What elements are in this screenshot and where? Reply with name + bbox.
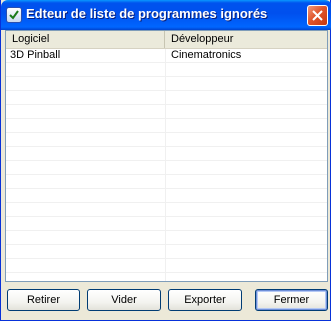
column-header-software[interactable]: Logiciel — [6, 31, 165, 48]
window-title: Edteur de liste de programmes ignorés — [26, 6, 268, 21]
list-header: Logiciel Développeur — [6, 31, 327, 49]
column-header-developer[interactable]: Développeur — [165, 31, 327, 48]
ignored-programs-list[interactable]: Logiciel Développeur 3D Pinball Cinematr… — [5, 30, 328, 282]
remove-button[interactable]: Retirer — [7, 289, 80, 311]
close-button[interactable]: Fermer — [255, 289, 328, 311]
list-rows — [6, 49, 327, 281]
cell-software: 3D Pinball — [10, 49, 61, 61]
title-bar[interactable]: Edteur de liste de programmes ignorés — [1, 0, 331, 30]
table-row[interactable]: 3D Pinball Cinematronics — [6, 49, 327, 62]
close-icon[interactable] — [307, 5, 328, 26]
export-button[interactable]: Exporter — [168, 289, 242, 311]
dialog-window: Edteur de liste de programmes ignorés Lo… — [0, 0, 331, 321]
cell-developer: Cinematronics — [171, 49, 242, 61]
clear-button[interactable]: Vider — [87, 289, 161, 311]
column-separator — [165, 49, 166, 281]
app-icon — [6, 7, 22, 23]
